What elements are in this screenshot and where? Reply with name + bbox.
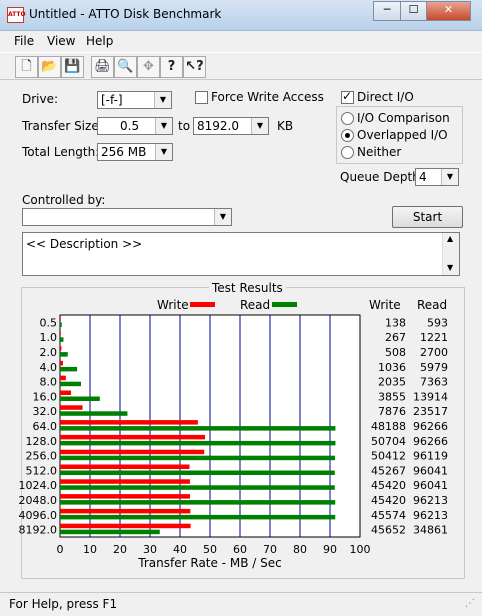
read-value: 13914 [413,390,448,403]
category-label: 8.0 [40,376,58,389]
write-bar [60,434,206,440]
read-value: 7363 [420,376,448,389]
read-value: 96041 [413,464,448,477]
read-bar [60,411,128,416]
category-label: 4096.0 [19,509,58,522]
write-bar [60,316,61,321]
status-text: For Help, press F1 [9,597,118,611]
write-bar [60,360,63,366]
x-tick-label: 10 [83,543,97,556]
read-bar [60,337,64,342]
x-tick-label: 40 [173,543,187,556]
write-value: 45574 [371,509,406,522]
read-value: 23517 [413,405,448,418]
read-value: 96266 [413,435,448,448]
status-bar: For Help, press F1 ⋰ [0,592,482,616]
write-bar [60,508,191,514]
read-value: 5979 [420,361,448,374]
write-value: 45267 [371,464,406,477]
x-tick-label: 0 [57,543,64,556]
read-bar [60,470,335,475]
x-tick-label: 50 [203,543,217,556]
read-value: 96266 [413,420,448,433]
category-label: 8192.0 [19,524,58,537]
x-tick-label: 80 [293,543,307,556]
read-bar [60,352,68,357]
category-label: 256.0 [26,450,58,463]
category-label: 64.0 [33,420,58,433]
category-label: 1.0 [40,331,58,344]
write-bar [60,375,66,381]
read-bar [60,366,78,372]
read-bar [60,485,335,490]
category-label: 16.0 [33,390,58,403]
write-value: 48188 [371,420,406,433]
read-bar [60,322,62,327]
read-bar [60,500,336,505]
transfer-rate-chart: 0 10 20 30 40 50 60 70 80 90 100 0.5 138 593 1.0 267 122… [19,314,448,570]
category-label: 512.0 [26,464,58,477]
write-bar [60,405,83,410]
read-value: 1221 [420,331,448,344]
write-bar [60,420,198,425]
category-label: 128.0 [26,435,58,448]
read-bar [60,426,336,431]
write-bar [60,390,72,395]
category-label: 1024.0 [19,479,58,492]
x-tick-label: 60 [233,543,247,556]
read-value: 96213 [413,494,448,507]
read-bar [60,514,336,520]
write-value: 3855 [378,390,406,403]
read-value: 96213 [413,509,448,522]
category-label: 2.0 [40,346,58,359]
write-value: 45652 [371,524,406,537]
read-value: 96041 [413,479,448,492]
category-label: 32.0 [33,405,58,418]
read-value: 2700 [420,346,448,359]
write-bar [60,479,190,484]
write-value: 2035 [378,376,406,389]
write-value: 138 [385,316,406,329]
read-bar [60,381,82,387]
category-label: 2048.0 [19,494,58,507]
write-value: 45420 [371,494,406,507]
write-bar [60,464,190,469]
read-value: 96119 [413,450,448,463]
x-tick-label: 20 [113,543,127,556]
x-tick-label: 100 [350,543,371,556]
resize-grip-icon[interactable]: ⋰ [465,598,475,609]
read-value: 593 [427,316,448,329]
category-label: 0.5 [40,316,58,329]
read-value: 34861 [413,524,448,537]
category-label: 4.0 [40,361,58,374]
x-tick-label: 70 [263,543,277,556]
write-bar [60,523,191,529]
write-value: 267 [385,331,406,344]
x-tick-label: 30 [143,543,157,556]
write-value: 50412 [371,450,406,463]
x-axis-title: Transfer Rate - MB / Sec [137,556,281,570]
write-bar [60,449,205,455]
write-bar [60,331,61,336]
read-bar [60,396,100,401]
write-value: 508 [385,346,406,359]
write-bar [60,346,62,351]
write-value: 45420 [371,479,406,492]
write-value: 50704 [371,435,406,448]
x-tick-label: 90 [323,543,337,556]
read-bar [60,440,336,446]
write-bar [60,494,190,499]
read-bar [60,455,336,461]
write-value: 7876 [378,405,406,418]
read-bar [60,529,160,535]
write-value: 1036 [378,361,406,374]
